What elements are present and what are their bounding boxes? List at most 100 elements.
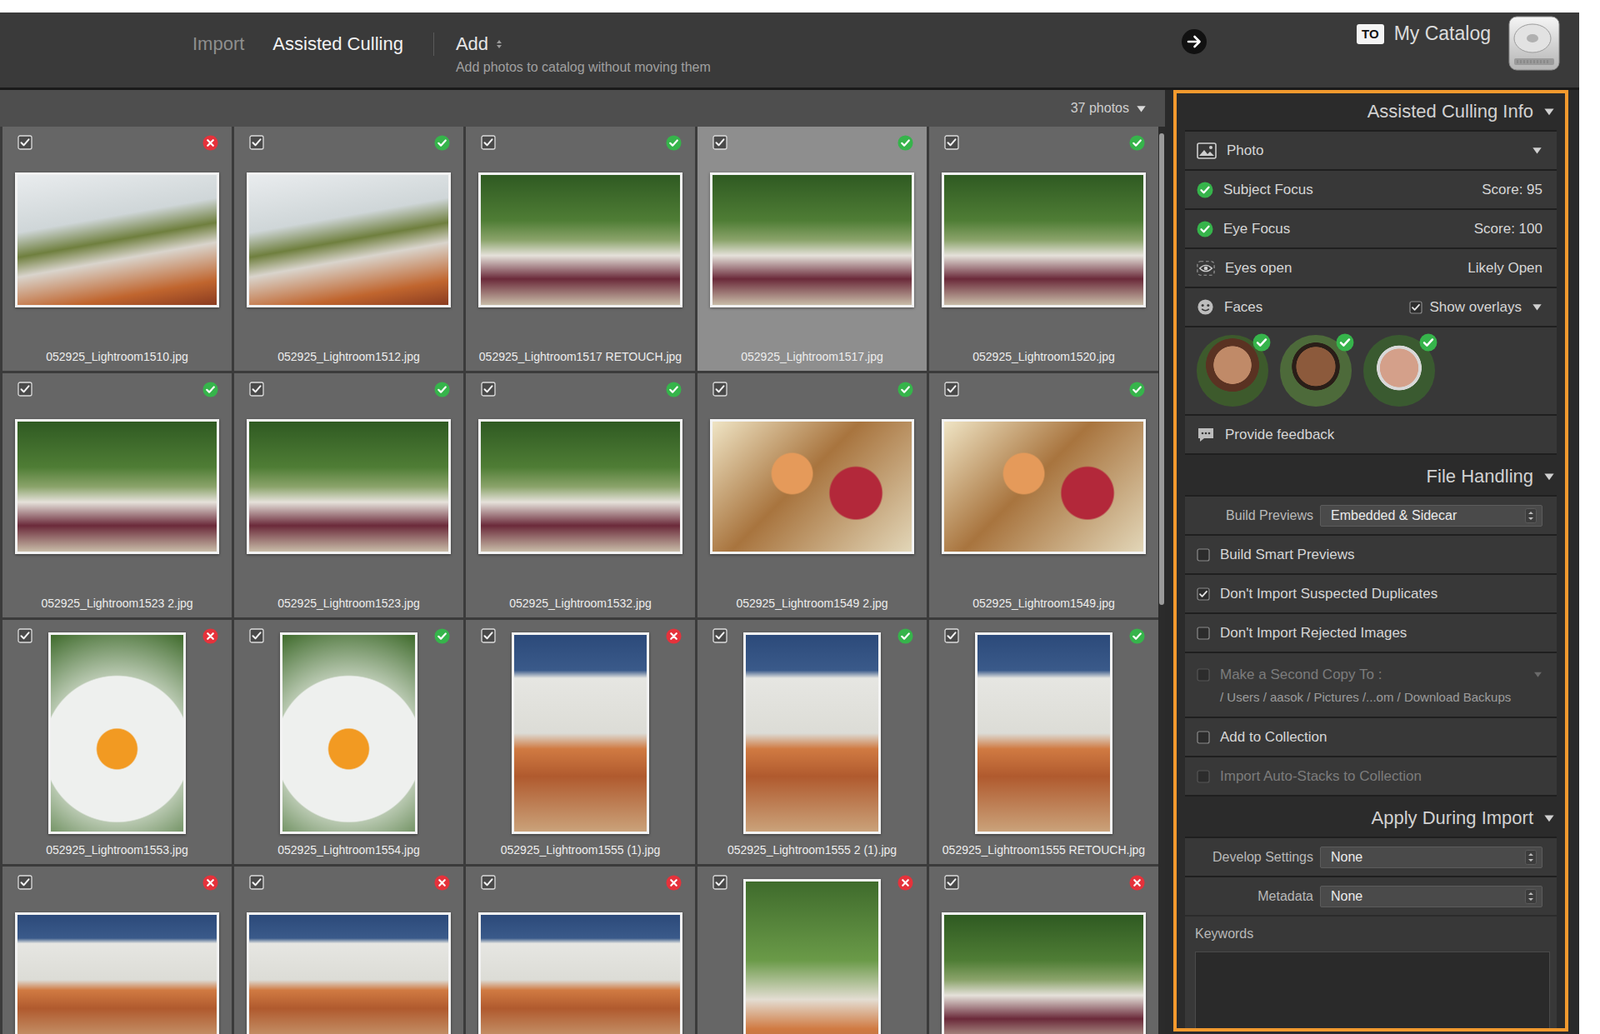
dropdown-stepper-icon[interactable]: [1525, 850, 1537, 865]
include-checkbox[interactable]: [712, 135, 728, 150]
faces-row[interactable]: FacesShow overlays: [1185, 288, 1557, 326]
photo-thumbnail[interactable]: [48, 632, 186, 835]
disclosure-triangle-icon[interactable]: [1531, 301, 1543, 313]
accepted-check-icon[interactable]: [434, 628, 450, 645]
photo-cell[interactable]: 052925_Lightroom1554.jpg: [234, 620, 464, 865]
show-overlays[interactable]: Show overlays: [1409, 299, 1522, 316]
rejected-x-icon[interactable]: [665, 875, 682, 891]
disclosure-triangle-icon[interactable]: [1543, 105, 1555, 118]
dropdown-value[interactable]: Embedded & Sidecar: [1330, 508, 1457, 524]
overlays-label[interactable]: Show overlays: [1429, 299, 1522, 316]
accepted-check-icon[interactable]: [434, 135, 450, 151]
rejected-x-icon[interactable]: [202, 135, 219, 151]
photo-cell[interactable]: [697, 866, 927, 1034]
photo-cell[interactable]: 052925_Lightroom1512.jpg: [234, 126, 464, 371]
option-label[interactable]: Build Smart Previews: [1220, 546, 1355, 564]
option-checkbox[interactable]: [1196, 626, 1210, 640]
scrollbar[interactable]: [1158, 126, 1165, 1034]
photo-row[interactable]: Photo: [1185, 131, 1557, 170]
accepted-check-icon[interactable]: [1129, 381, 1145, 398]
dropdown-stepper-icon[interactable]: [1525, 508, 1537, 524]
include-checkbox[interactable]: [480, 135, 496, 150]
photo-thumbnail[interactable]: [743, 879, 881, 1034]
include-checkbox[interactable]: [480, 381, 496, 397]
include-checkbox[interactable]: [249, 135, 265, 150]
catalog-name[interactable]: My Catalog: [1394, 22, 1491, 45]
build-previews-dropdown[interactable]: Embedded & Sidecar: [1320, 505, 1543, 527]
dropdown-value[interactable]: None: [1330, 889, 1363, 905]
face-thumbnail[interactable]: [1196, 335, 1269, 407]
disclosure-triangle-icon[interactable]: [1543, 812, 1555, 825]
photo-cell[interactable]: 052925_Lightroom1555 (1).jpg: [465, 620, 695, 865]
photo-cell[interactable]: [234, 866, 464, 1034]
accepted-check-icon[interactable]: [897, 628, 914, 645]
include-checkbox[interactable]: [712, 875, 728, 890]
photo-thumbnail[interactable]: [246, 912, 451, 1034]
field-dropdown[interactable]: None: [1320, 885, 1543, 908]
photo-thumbnail[interactable]: [15, 172, 220, 308]
photo-cell[interactable]: [2, 866, 232, 1034]
photo-cell[interactable]: 052925_Lightroom1523.jpg: [234, 373, 464, 618]
include-checkbox[interactable]: [944, 628, 960, 644]
option-checkbox[interactable]: [1196, 548, 1210, 562]
provide-feedback-link[interactable]: Provide feedback: [1225, 426, 1543, 444]
photo-thumbnail[interactable]: [941, 172, 1146, 308]
accepted-check-icon[interactable]: [1129, 135, 1145, 151]
photo-thumbnail[interactable]: [15, 912, 220, 1034]
disclosure-triangle-icon[interactable]: [1543, 470, 1555, 483]
photo-cell[interactable]: 052925_Lightroom1532.jpg: [465, 373, 695, 618]
include-checkbox[interactable]: [480, 628, 496, 644]
culling-info-header[interactable]: Assisted Culling Info: [1176, 93, 1565, 130]
mode-tab[interactable]: Assisted Culling: [270, 32, 405, 56]
photo-thumbnail[interactable]: [15, 419, 220, 555]
rejected-x-icon[interactable]: [1129, 875, 1145, 891]
disclosure-triangle-icon[interactable]: [1531, 145, 1543, 156]
section-title[interactable]: File Handling: [1426, 465, 1534, 488]
sort-triangle-icon[interactable]: [1135, 103, 1147, 115]
rejected-x-icon[interactable]: [665, 628, 682, 645]
photo-cell[interactable]: 052925_Lightroom1517.jpg: [697, 126, 927, 371]
include-checkbox[interactable]: [17, 628, 33, 644]
photo-thumbnail[interactable]: [511, 632, 650, 835]
photo-cell[interactable]: 052925_Lightroom1520.jpg: [929, 126, 1159, 371]
section-title[interactable]: Assisted Culling Info: [1367, 100, 1534, 123]
feedback-row[interactable]: Provide feedback: [1185, 415, 1557, 454]
option-label[interactable]: Don't Import Rejected Images: [1220, 625, 1407, 642]
mode-tab[interactable]: Import: [190, 32, 246, 56]
stepper-icon[interactable]: [495, 38, 504, 50]
photo-thumbnail[interactable]: [743, 632, 881, 835]
option-row[interactable]: Don't Import Rejected Images: [1185, 614, 1557, 652]
accepted-check-icon[interactable]: [897, 381, 914, 398]
rejected-x-icon[interactable]: [202, 628, 219, 645]
photo-thumbnail[interactable]: [941, 419, 1146, 555]
include-checkbox[interactable]: [249, 381, 265, 397]
accepted-check-icon[interactable]: [434, 381, 450, 398]
include-checkbox[interactable]: [712, 381, 728, 397]
photo-cell[interactable]: [465, 866, 695, 1034]
photo-thumbnail[interactable]: [478, 172, 683, 308]
photo-cell[interactable]: 052925_Lightroom1517 RETOUCH.jpg: [465, 126, 695, 371]
photo-cell[interactable]: 052925_Lightroom1553.jpg: [2, 620, 232, 865]
photo-cell[interactable]: 052925_Lightroom1555 RETOUCH.jpg: [929, 620, 1159, 865]
accepted-check-icon[interactable]: [665, 381, 682, 398]
option-label[interactable]: Add to Collection: [1220, 729, 1328, 746]
photo-cell[interactable]: 052925_Lightroom1523 2.jpg: [2, 373, 232, 618]
import-mode[interactable]: AddAdd photos to catalog without moving …: [455, 32, 711, 77]
rejected-x-icon[interactable]: [897, 875, 914, 891]
photo-cell[interactable]: 052925_Lightroom1549.jpg: [929, 373, 1159, 618]
destination[interactable]: TOMy Catalog: [1356, 22, 1491, 45]
overlays-checkbox[interactable]: [1409, 300, 1423, 315]
option-label[interactable]: Don't Import Suspected Duplicates: [1220, 585, 1438, 603]
import-arrow-icon[interactable]: [1180, 28, 1208, 55]
option-row[interactable]: Build Smart Previews: [1185, 535, 1557, 574]
mode-selector[interactable]: Add: [455, 32, 489, 56]
include-checkbox[interactable]: [944, 381, 960, 397]
photo-count[interactable]: 37 photos: [1070, 100, 1130, 116]
photo-cell[interactable]: 052925_Lightroom1549 2.jpg: [697, 373, 927, 618]
photo-thumbnail[interactable]: [246, 172, 451, 308]
photo-thumbnail[interactable]: [478, 912, 683, 1034]
include-checkbox[interactable]: [17, 135, 33, 150]
rejected-x-icon[interactable]: [434, 875, 450, 891]
scroll-thumb[interactable]: [1159, 133, 1165, 605]
dropdown-value[interactable]: None: [1330, 850, 1363, 865]
